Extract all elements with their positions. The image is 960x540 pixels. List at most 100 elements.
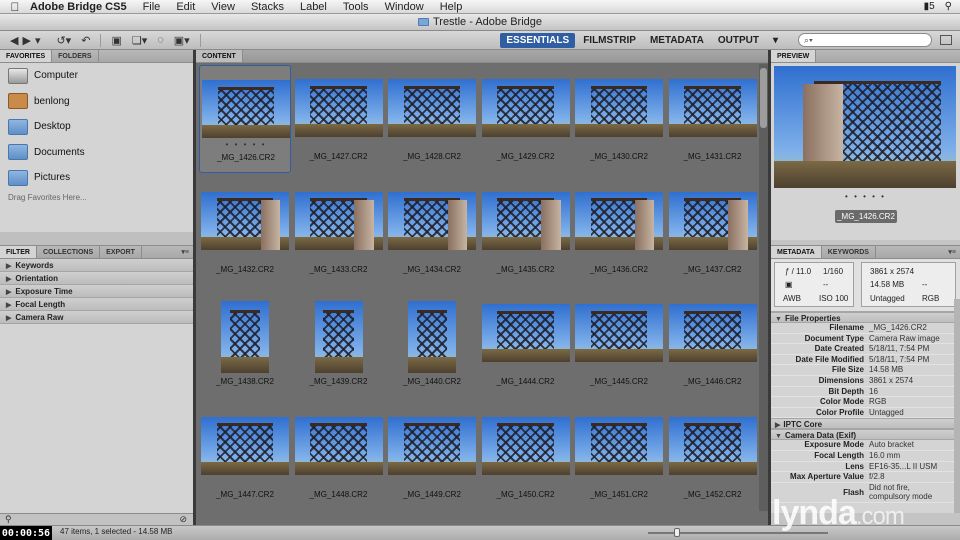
favorite-item[interactable]: Desktop xyxy=(0,114,193,140)
metadata-value[interactable]: Untagged xyxy=(869,408,904,418)
thumbnail-image[interactable] xyxy=(575,304,663,362)
thumbnail-image[interactable] xyxy=(575,79,663,137)
reveal-recent-icon[interactable]: ↺▾ xyxy=(56,34,71,47)
thumbnail-item[interactable]: _MG_1437.CR2 xyxy=(667,178,759,286)
thumbnail-filename[interactable]: _MG_1444.CR2 xyxy=(480,377,572,386)
thumbnail-image[interactable] xyxy=(221,301,269,373)
search-input[interactable]: ⌕▾ xyxy=(798,33,932,47)
thumbnail-item[interactable]: _MG_1435.CR2 xyxy=(480,178,572,286)
thumbnail-item[interactable]: _MG_1449.CR2 xyxy=(386,403,478,511)
thumbnail-item[interactable]: _MG_1447.CR2 xyxy=(199,403,291,511)
thumbnail-filename[interactable]: _MG_1436.CR2 xyxy=(573,265,665,274)
thumbnail-item[interactable]: _MG_1439.CR2 xyxy=(293,290,385,398)
thumbnail-item[interactable]: _MG_1440.CR2 xyxy=(386,290,478,398)
compact-mode-button[interactable] xyxy=(940,35,952,45)
thumbnail-item[interactable]: _MG_1429.CR2 xyxy=(480,65,572,173)
filter-category[interactable]: ▶ Orientation xyxy=(0,272,193,285)
workspace-more-chevron-icon[interactable]: ▾ xyxy=(767,33,784,48)
thumbnail-item[interactable]: _MG_1427.CR2 xyxy=(293,65,385,173)
tab-folders[interactable]: FOLDERS xyxy=(52,50,99,62)
thumbnail-image[interactable] xyxy=(481,304,570,362)
thumbnail-image[interactable] xyxy=(481,191,570,250)
section-camera-data[interactable]: ▼ Camera Data (Exif) xyxy=(771,429,960,441)
tab-favorites[interactable]: FAVORITES xyxy=(0,50,53,62)
thumbnail-rating[interactable]: • • • • • xyxy=(200,140,292,149)
panel-menu-icon[interactable]: ▾≡ xyxy=(181,246,193,258)
workspace-filmstrip[interactable]: FILMSTRIP xyxy=(577,33,642,48)
thumbnail-filename[interactable]: _MG_1451.CR2 xyxy=(573,490,665,499)
thumbnail-item[interactable]: _MG_1448.CR2 xyxy=(293,403,385,511)
thumbnail-filename[interactable]: _MG_1438.CR2 xyxy=(199,377,291,386)
menu-tools[interactable]: Tools xyxy=(343,1,369,13)
menu-label[interactable]: Label xyxy=(300,1,327,13)
tab-content[interactable]: CONTENT xyxy=(196,50,243,62)
thumbnail-image[interactable] xyxy=(668,416,757,475)
app-menu[interactable]: Adobe Bridge CS5 xyxy=(30,1,127,13)
camera-download-icon[interactable]: ▣ xyxy=(111,34,121,47)
tab-export[interactable]: EXPORT xyxy=(100,246,142,258)
thumbnail-filename[interactable]: _MG_1434.CR2 xyxy=(386,265,478,274)
thumbnail-filename[interactable]: _MG_1429.CR2 xyxy=(480,152,572,161)
metadata-value[interactable]: 16 xyxy=(869,387,878,397)
metadata-value[interactable]: 5/18/11, 7:54 PM xyxy=(869,344,929,354)
thumbnail-item[interactable]: _MG_1444.CR2 xyxy=(480,290,572,398)
favorite-item[interactable]: benlong xyxy=(0,89,193,115)
back-arrow-icon[interactable]: ◀ xyxy=(10,34,18,47)
filter-category[interactable]: ▶ Exposure Time xyxy=(0,285,193,298)
thumbnail-filename[interactable]: _MG_1432.CR2 xyxy=(199,265,291,274)
preview-rating[interactable]: • • • • • xyxy=(771,192,960,201)
thumbnail-item[interactable]: _MG_1430.CR2 xyxy=(573,65,665,173)
thumbnail-item[interactable]: _MG_1446.CR2 xyxy=(667,290,759,398)
thumbnail-filename[interactable]: _MG_1445.CR2 xyxy=(573,377,665,386)
thumbnail-item[interactable]: _MG_1428.CR2 xyxy=(386,65,478,173)
metadata-value[interactable]: 14.58 MB xyxy=(869,365,903,375)
thumbnail-item[interactable]: _MG_1445.CR2 xyxy=(573,290,665,398)
thumbnail-filename[interactable]: _MG_1431.CR2 xyxy=(667,152,759,161)
thumbnail-item[interactable]: _MG_1450.CR2 xyxy=(480,403,572,511)
tab-metadata[interactable]: METADATA xyxy=(771,246,822,258)
content-scrollbar[interactable] xyxy=(759,64,768,511)
thumbnail-filename[interactable]: _MG_1437.CR2 xyxy=(667,265,759,274)
metadata-value[interactable]: RGB xyxy=(869,397,886,407)
favorite-item[interactable]: Documents xyxy=(0,140,193,166)
thumbnail-item[interactable]: _MG_1451.CR2 xyxy=(573,403,665,511)
thumbnail-filename[interactable]: _MG_1450.CR2 xyxy=(480,490,572,499)
tab-collections[interactable]: COLLECTIONS xyxy=(37,246,101,258)
thumbnail-item[interactable]: _MG_1436.CR2 xyxy=(573,178,665,286)
pin-icon[interactable]: ⚲ xyxy=(5,514,12,524)
thumbnail-item[interactable]: _MG_1434.CR2 xyxy=(386,178,478,286)
filter-category[interactable]: ▶ Camera Raw xyxy=(0,311,193,324)
menu-stacks[interactable]: Stacks xyxy=(251,1,284,13)
thumbnail-filename[interactable]: _MG_1426.CR2 xyxy=(200,153,292,162)
forward-arrow-icon[interactable]: ▶ xyxy=(22,34,30,47)
thumbnail-image[interactable] xyxy=(575,191,663,250)
thumbnail-filename[interactable]: _MG_1428.CR2 xyxy=(386,152,478,161)
thumbnail-image[interactable] xyxy=(388,191,476,250)
tab-filter[interactable]: FILTER xyxy=(0,246,37,258)
thumbnail-item[interactable]: _MG_1432.CR2 xyxy=(199,178,291,286)
workspace-metadata[interactable]: METADATA xyxy=(644,33,710,48)
thumbnail-image[interactable] xyxy=(202,80,290,138)
workspace-output[interactable]: OUTPUT xyxy=(712,33,765,48)
thumbnail-image[interactable] xyxy=(575,416,663,475)
thumbnail-size-slider-knob[interactable] xyxy=(674,528,680,537)
thumbnail-item[interactable]: _MG_1438.CR2 xyxy=(199,290,291,398)
thumbnail-filename[interactable]: _MG_1433.CR2 xyxy=(293,265,385,274)
filter-category[interactable]: ▶ Keywords xyxy=(0,259,193,272)
thumbnail-image[interactable] xyxy=(408,301,456,373)
thumbnail-image[interactable] xyxy=(388,416,476,475)
metadata-value[interactable]: f/2.8 xyxy=(869,472,885,482)
thumbnail-filename[interactable]: _MG_1447.CR2 xyxy=(199,490,291,499)
thumbnail-image[interactable] xyxy=(668,191,757,250)
menu-window[interactable]: Window xyxy=(385,1,424,13)
metadata-value[interactable]: EF16-35...L II USM xyxy=(869,462,937,472)
scrollbar-thumb[interactable] xyxy=(760,68,767,128)
thumbnail-image[interactable] xyxy=(668,79,757,137)
thumbnail-filename[interactable]: _MG_1448.CR2 xyxy=(293,490,385,499)
thumbnail-image[interactable] xyxy=(201,416,289,475)
thumbnail-image[interactable] xyxy=(481,416,570,475)
thumbnail-filename[interactable]: _MG_1427.CR2 xyxy=(293,152,385,161)
favorite-item[interactable]: Pictures xyxy=(0,165,193,191)
thumbnail-image[interactable] xyxy=(388,79,476,137)
menu-edit[interactable]: Edit xyxy=(176,1,195,13)
